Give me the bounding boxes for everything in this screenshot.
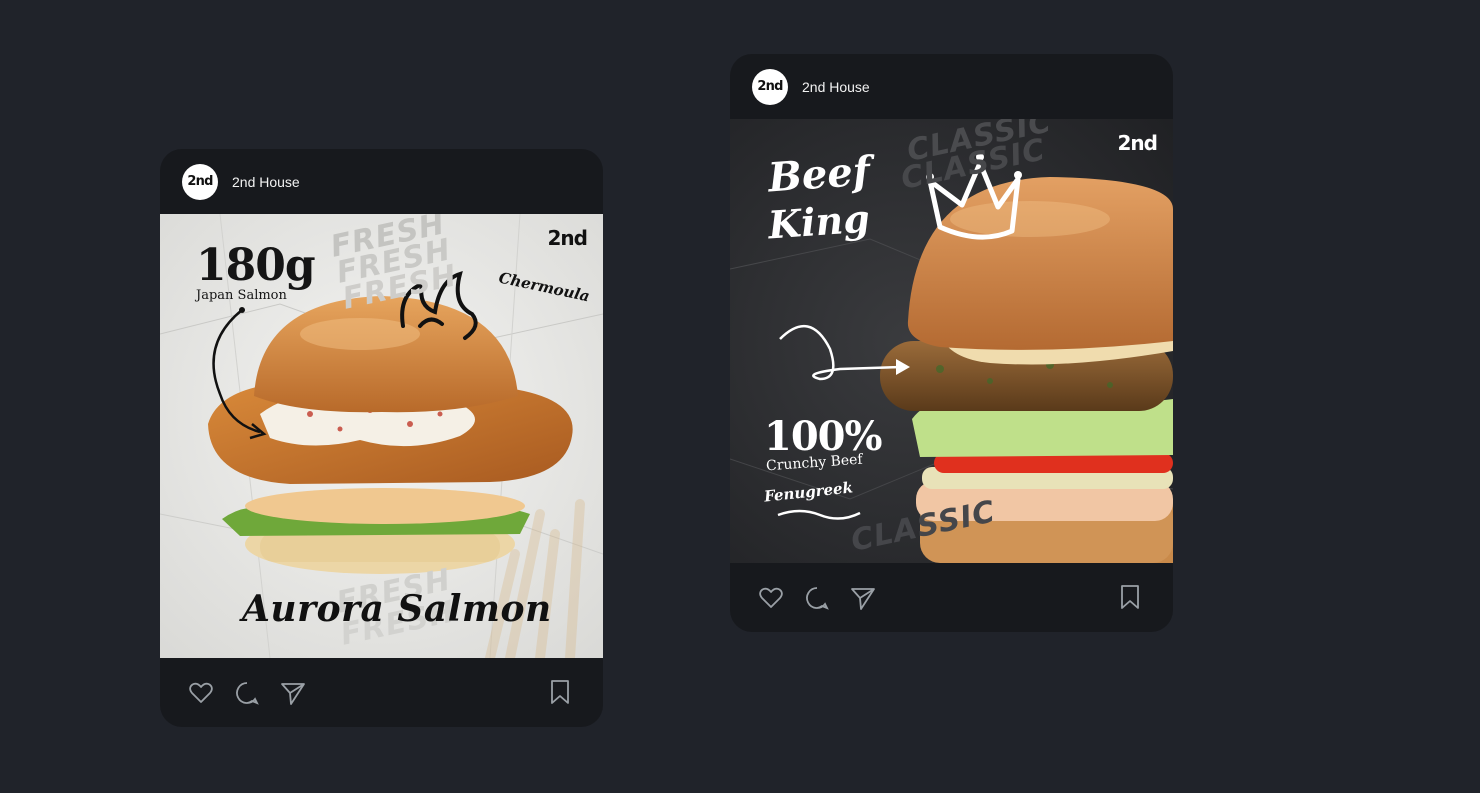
post-card-beef-king: 2nd 2nd House CLASSIC CLASSIC CLASSIC 2n… [730,54,1173,632]
comment-icon[interactable] [234,680,260,706]
account-name[interactable]: 2nd House [232,174,300,190]
account-avatar[interactable]: 2nd [752,68,788,105]
bookmark-icon[interactable] [547,679,573,705]
product-title: Aurora Salmon [242,588,552,630]
post-image[interactable]: CLASSIC CLASSIC CLASSIC 2nd Beef King 10… [730,119,1173,563]
heart-icon[interactable] [188,680,214,706]
account-name[interactable]: 2nd House [802,79,870,95]
comment-icon[interactable] [804,585,830,611]
weight-caption: Japan Salmon [196,288,287,303]
send-icon[interactable] [850,585,876,611]
product-title-line2: King [766,195,872,248]
weight-label: 180g [196,240,316,291]
heart-icon[interactable] [758,585,784,611]
brand-logo: 2nd [1117,131,1158,155]
post-actions [730,563,1173,632]
brand-logo: 2nd [547,226,588,250]
post-header: 2nd 2nd House [160,149,603,214]
product-title-line1: Beef [766,147,872,202]
account-avatar[interactable]: 2nd [182,163,218,200]
percent-label: 100% [764,413,883,460]
post-card-aurora-salmon: 2nd 2nd House FRESH FRESH FRESH FRESH FR… [160,149,603,727]
bookmark-icon[interactable] [1117,584,1143,610]
send-icon[interactable] [280,680,306,706]
post-header: 2nd 2nd House [730,54,1173,119]
post-actions [160,658,603,727]
post-image[interactable]: FRESH FRESH FRESH FRESH FRESH 2nd 180g J… [160,214,603,658]
